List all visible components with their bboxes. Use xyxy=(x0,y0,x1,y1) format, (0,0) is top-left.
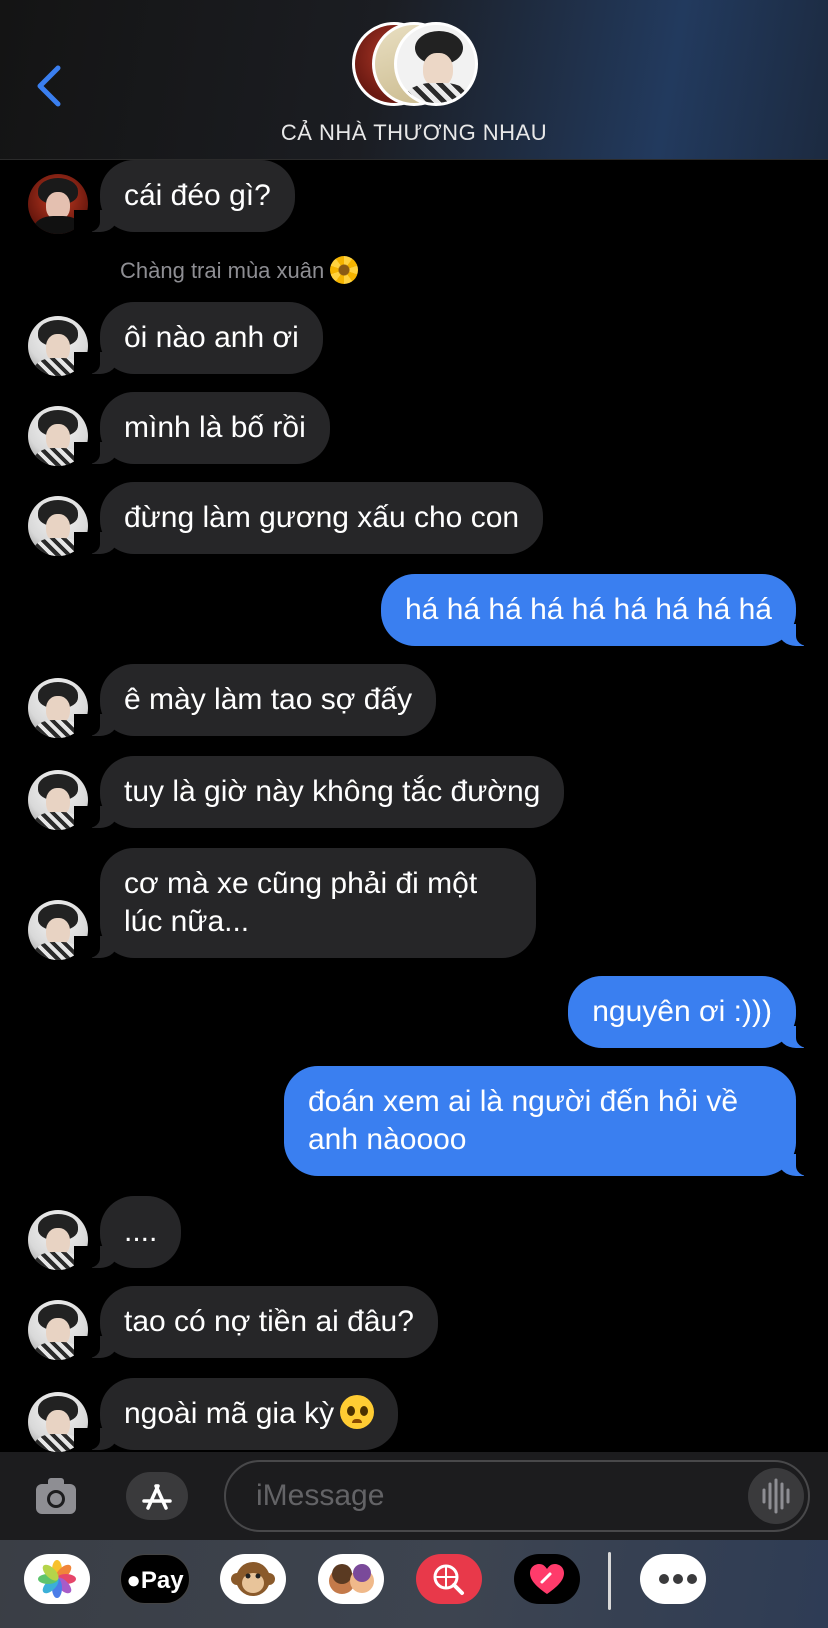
group-avatar-stack[interactable] xyxy=(352,22,482,108)
digital-touch-icon xyxy=(530,1564,564,1594)
more-apps-button[interactable] xyxy=(640,1554,706,1604)
incoming-message-bubble[interactable]: ôi nào anh ơi xyxy=(74,302,323,374)
outgoing-message-bubble[interactable]: há há há há há há há há há xyxy=(380,574,823,646)
photos-icon xyxy=(38,1560,76,1598)
waveform-icon xyxy=(762,1478,790,1514)
imessage-input[interactable]: iMessage xyxy=(224,1460,810,1532)
animoji-button[interactable] xyxy=(220,1554,286,1604)
app-store-button[interactable] xyxy=(126,1472,188,1520)
web-search-icon xyxy=(433,1564,464,1595)
photos-app-button[interactable] xyxy=(24,1554,90,1604)
drawer-divider xyxy=(608,1552,611,1610)
incoming-message-bubble[interactable]: tuy là giờ này không tắc đường xyxy=(73,756,565,828)
incoming-message-bubble[interactable]: tao có nợ tiền ai đâu? xyxy=(74,1286,438,1358)
memoji-icon xyxy=(329,1564,374,1594)
conversation-header: CẢ NHÀ THƯƠNG NHAU xyxy=(0,0,828,160)
more-icon xyxy=(659,1574,669,1584)
group-member-avatar xyxy=(394,22,478,106)
app-store-icon xyxy=(142,1484,172,1510)
incoming-message-bubble[interactable]: ê mày làm tao sợ đấy xyxy=(73,664,437,736)
digital-touch-button[interactable] xyxy=(514,1554,580,1604)
incoming-message-bubble[interactable]: cơ mà xe cũng phải đi một lúc nữa... xyxy=(74,848,536,958)
apple-logo-icon: ● xyxy=(126,1567,141,1594)
composer-bar: iMessage xyxy=(0,1452,828,1540)
pleading-face-emoji-icon xyxy=(340,1395,375,1429)
memoji-button[interactable] xyxy=(318,1554,384,1604)
incoming-message-bubble[interactable]: đừng làm gương xấu cho con xyxy=(73,482,544,554)
sunflower-emoji-icon xyxy=(330,256,359,284)
audio-message-button[interactable] xyxy=(748,1468,804,1524)
web-search-button[interactable] xyxy=(416,1554,482,1604)
incoming-message-bubble[interactable]: cái đéo gì? xyxy=(74,160,295,232)
incoming-message-bubble[interactable]: ngoài mã gia kỳ xyxy=(73,1378,399,1450)
outgoing-message-bubble[interactable]: nguyên ơi :))) xyxy=(568,976,822,1048)
camera-icon[interactable] xyxy=(32,1472,80,1520)
incoming-message-bubble[interactable]: .... xyxy=(73,1196,182,1268)
outgoing-message-bubble[interactable]: đoán xem ai là người đến hỏi về anh nàoo… xyxy=(284,1066,822,1176)
apple-pay-button[interactable]: ●Pay xyxy=(120,1554,190,1604)
back-chevron-icon[interactable] xyxy=(30,62,66,110)
sender-name-label: Chàng trai mùa xuân xyxy=(120,256,359,284)
conversation-title[interactable]: CẢ NHÀ THƯƠNG NHAU xyxy=(0,120,828,146)
monkey-emoji-icon xyxy=(231,1562,275,1596)
app-drawer: ●Pay xyxy=(0,1540,828,1628)
incoming-message-bubble[interactable]: mình là bố rồi xyxy=(74,392,330,464)
message-list[interactable]: cái đéo gì? Chàng trai mùa xuân ôi nào a… xyxy=(0,160,828,1452)
